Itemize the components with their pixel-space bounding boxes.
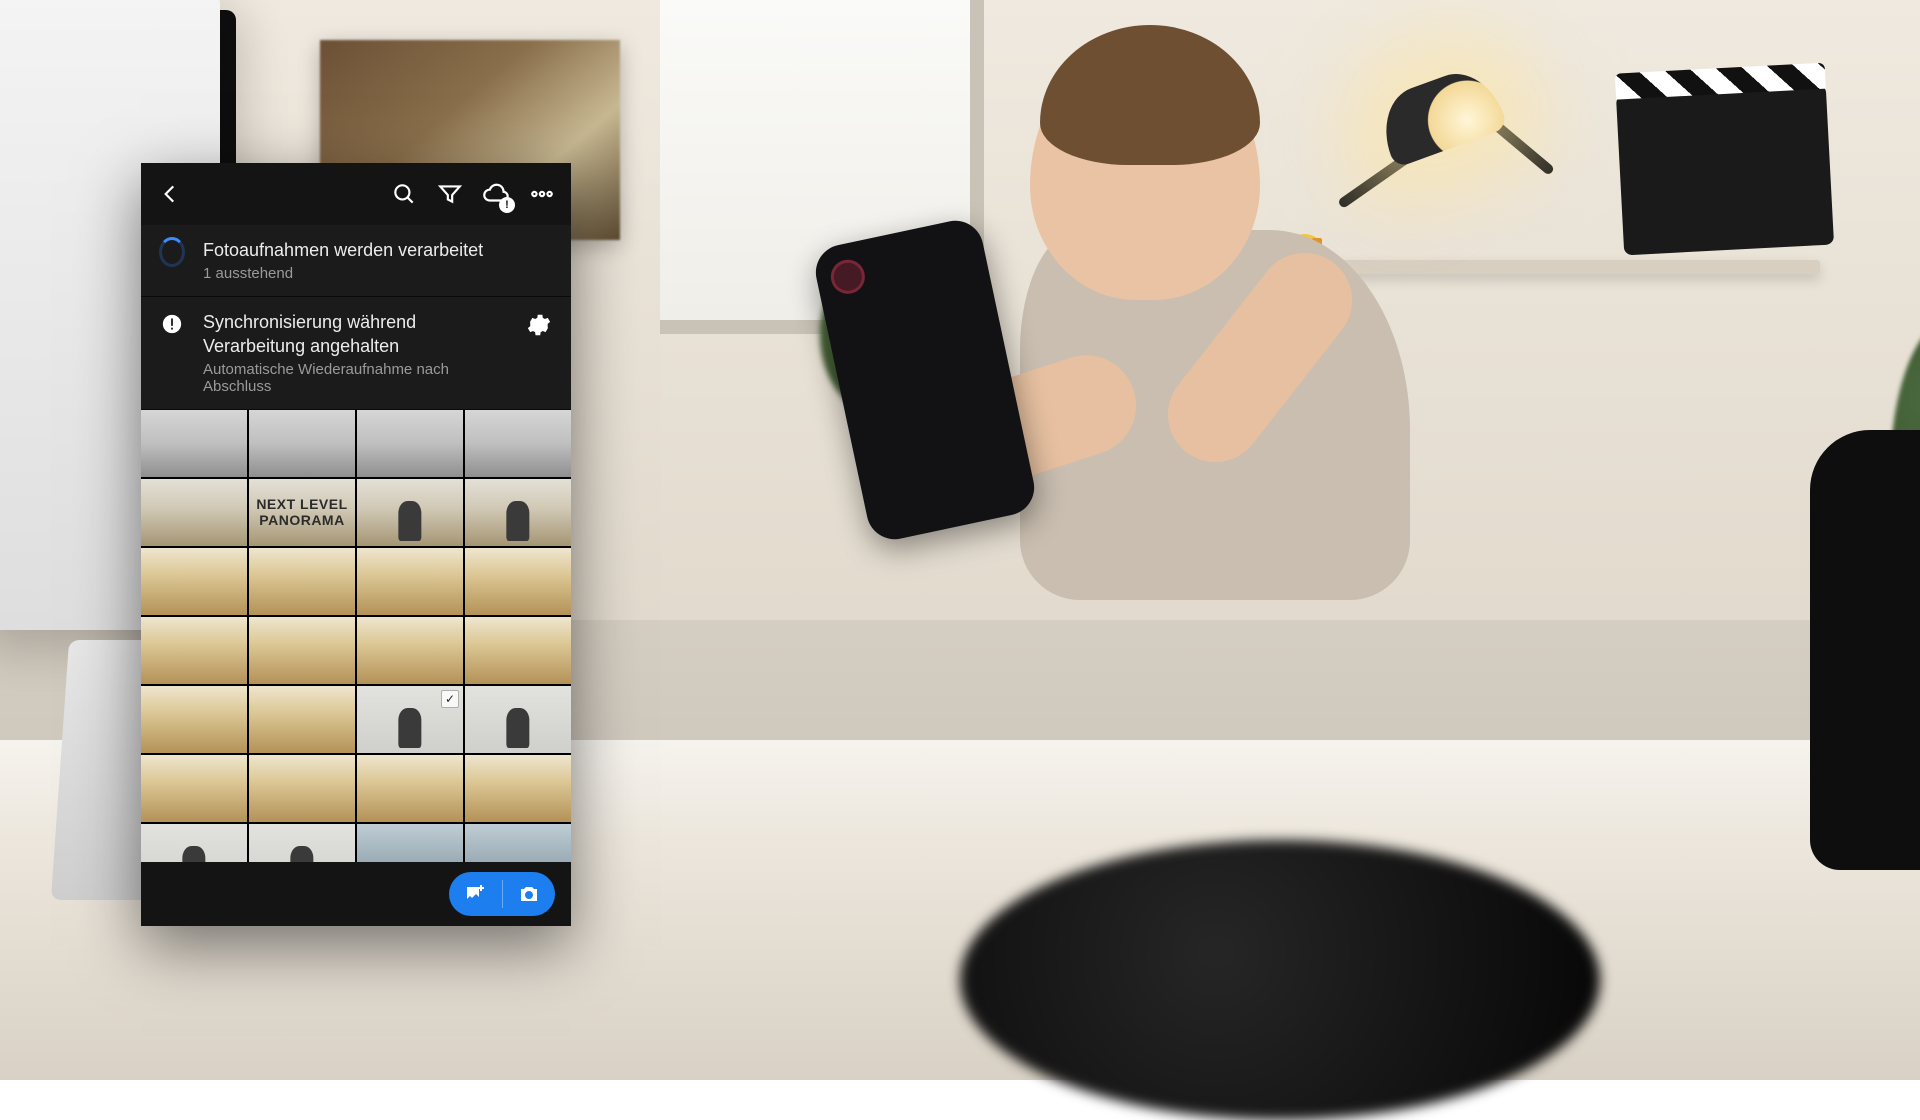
- status-processing-title: Fotoaufnahmen werden verarbeitet: [203, 239, 553, 262]
- photo-thumbnail[interactable]: [465, 686, 571, 753]
- photo-thumbnail[interactable]: [249, 755, 355, 822]
- photo-thumbnail[interactable]: [141, 824, 247, 862]
- photo-thumbnail[interactable]: ✓: [357, 686, 463, 753]
- photo-thumbnail[interactable]: [141, 479, 247, 546]
- photo-thumbnail[interactable]: [249, 824, 355, 862]
- photo-thumbnail[interactable]: [357, 824, 463, 862]
- more-button[interactable]: [519, 171, 565, 217]
- status-sync-paused[interactable]: Synchronisierung während Verarbeitung an…: [141, 297, 571, 410]
- status-sync-subtitle: Automatische Wiederaufnahme nach Abschlu…: [203, 361, 507, 395]
- cloud-badge: !: [499, 197, 515, 213]
- cloud-sync-button[interactable]: !: [473, 171, 519, 217]
- add-capture-pill: [449, 872, 555, 916]
- photo-thumbnail[interactable]: [249, 548, 355, 615]
- photo-thumbnail[interactable]: [141, 755, 247, 822]
- photo-thumbnail[interactable]: [141, 617, 247, 684]
- sync-settings-button[interactable]: [525, 311, 553, 339]
- phone-screen-overlay: ! Fotoaufnahmen werden verarbeitet 1 aus…: [141, 163, 571, 926]
- status-processing[interactable]: Fotoaufnahmen werden verarbeitet 1 ausst…: [141, 225, 571, 297]
- photo-thumbnail[interactable]: [357, 617, 463, 684]
- photo-thumbnail[interactable]: [141, 548, 247, 615]
- status-sync-title: Synchronisierung während Verarbeitung an…: [203, 311, 507, 358]
- bg-person: [720, 80, 1620, 900]
- photo-thumbnail[interactable]: NEXT LEVEL PANORAMA: [249, 479, 355, 546]
- thumbnail-silhouette: [182, 846, 205, 862]
- gear-icon: [525, 311, 553, 339]
- photo-thumbnail[interactable]: [465, 479, 571, 546]
- photo-thumbnail[interactable]: [249, 686, 355, 753]
- photo-thumbnail[interactable]: [465, 548, 571, 615]
- thumbnail-silhouette: [506, 501, 529, 541]
- photo-thumbnail[interactable]: [357, 755, 463, 822]
- bg-clapperboard: [1616, 85, 1834, 256]
- chevron-left-icon: [157, 181, 183, 207]
- thumbnail-check-icon: ✓: [441, 690, 459, 708]
- top-bar: !: [141, 163, 571, 225]
- photo-thumbnail[interactable]: [141, 686, 247, 753]
- filter-button[interactable]: [427, 171, 473, 217]
- photo-thumbnail[interactable]: [465, 410, 571, 477]
- back-button[interactable]: [147, 171, 193, 217]
- photo-thumbnail[interactable]: [465, 617, 571, 684]
- photo-thumbnail[interactable]: [465, 824, 571, 862]
- bg-chair: [1600, 400, 1920, 960]
- photo-thumbnail[interactable]: [141, 410, 247, 477]
- status-processing-subtitle: 1 ausstehend: [203, 265, 553, 282]
- search-icon: [391, 181, 417, 207]
- bottom-bar: [141, 862, 571, 926]
- photo-thumbnail[interactable]: [465, 755, 571, 822]
- camera-icon: [517, 882, 541, 906]
- photo-thumbnail[interactable]: [249, 410, 355, 477]
- more-horizontal-icon: [529, 181, 555, 207]
- photo-thumbnail[interactable]: [357, 548, 463, 615]
- thumbnail-silhouette: [398, 708, 421, 748]
- camera-button[interactable]: [503, 882, 556, 906]
- spinner-icon: [159, 239, 185, 265]
- search-button[interactable]: [381, 171, 427, 217]
- photo-grid[interactable]: NEXT LEVEL PANORAMA ✓: [141, 410, 571, 862]
- thumbnail-silhouette: [506, 708, 529, 748]
- filter-icon: [437, 181, 463, 207]
- thumbnail-overlay-label: NEXT LEVEL PANORAMA: [249, 479, 355, 546]
- add-photos-button[interactable]: [449, 882, 502, 906]
- bg-camera-foreground: [960, 840, 1600, 1120]
- alert-circle-icon: [159, 311, 185, 337]
- thumbnail-silhouette: [398, 501, 421, 541]
- photo-thumbnail[interactable]: [357, 479, 463, 546]
- photo-thumbnail[interactable]: [357, 410, 463, 477]
- thumbnail-silhouette: [290, 846, 313, 862]
- image-plus-icon: [463, 882, 487, 906]
- photo-thumbnail[interactable]: [249, 617, 355, 684]
- bg-phone-in-hand: [811, 216, 1040, 545]
